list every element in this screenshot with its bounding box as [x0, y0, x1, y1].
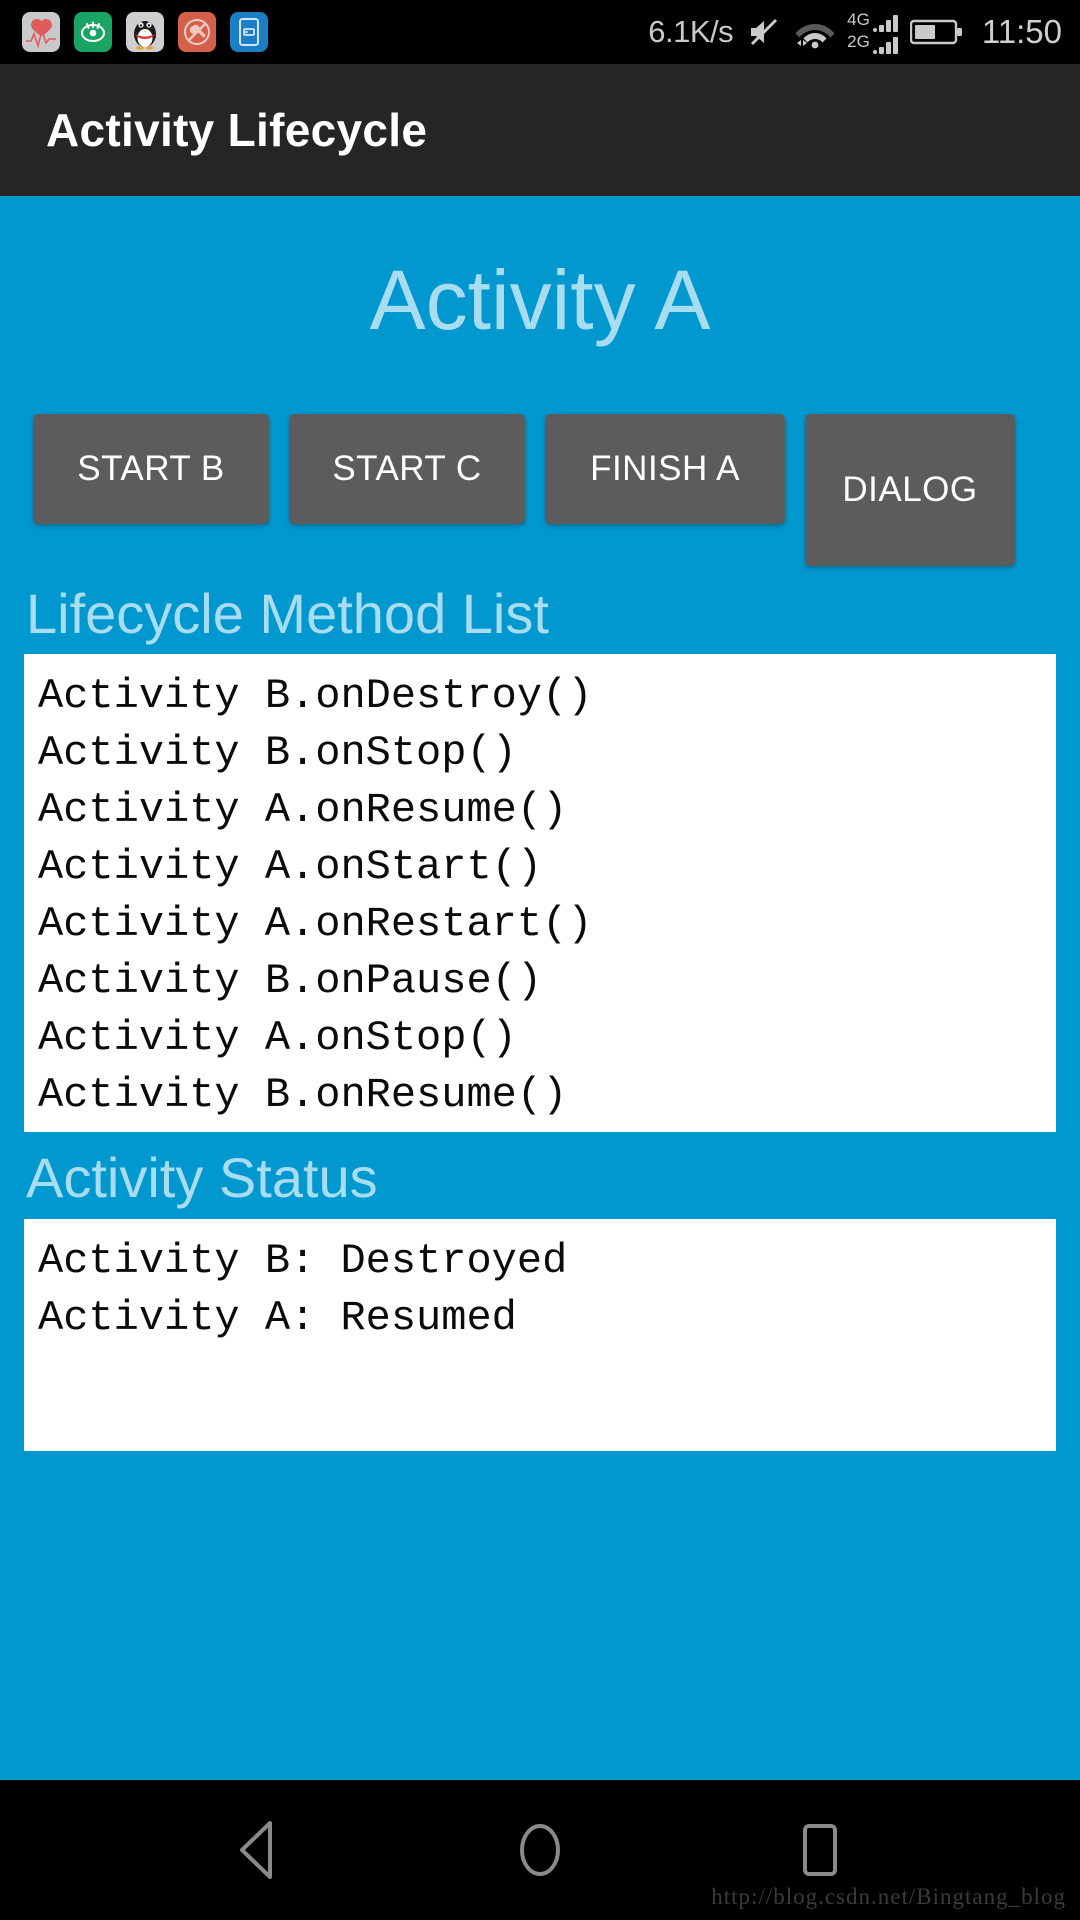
status-bar: 6.1K/s 4G 2G 11:50	[0, 0, 1080, 64]
method-list-item: Activity A.onRestart()	[38, 900, 593, 949]
sim2-bar-1	[878, 46, 884, 54]
start-c-button[interactable]: START C	[289, 414, 525, 524]
sim1-bar-3	[892, 14, 898, 32]
watermark-text: http://blog.csdn.net/Bingtang_blog	[711, 1884, 1066, 1909]
health-heart-icon	[22, 12, 60, 52]
status-list-item: Activity B: Destroyed	[38, 1236, 568, 1285]
sim2-bar-0	[872, 49, 877, 54]
sim1-bar-1	[878, 24, 884, 32]
sim2-bar-2	[885, 41, 891, 54]
action-button-row: START B START C FINISH A DIALOG	[24, 414, 1056, 566]
network-speed-text: 6.1K/s	[648, 14, 734, 49]
sim1-signal: 4G	[847, 11, 898, 32]
method-list-item: Activity B.onStop()	[38, 729, 517, 778]
system-status-group: 6.1K/s 4G 2G 11:50	[648, 11, 1062, 54]
main-content: Activity A START B START C FINISH A DIAL…	[0, 196, 1080, 1780]
method-list-item: Activity B.onResume()	[38, 1071, 568, 1120]
action-bar: Activity Lifecycle	[0, 64, 1080, 196]
notification-icon-group	[22, 12, 268, 52]
wifi-icon	[793, 15, 837, 49]
activity-status-label: Activity Status	[26, 1146, 378, 1210]
card-reader-icon	[230, 12, 268, 52]
tools-blocked-icon	[178, 12, 216, 52]
finish-a-button[interactable]: FINISH A	[545, 414, 785, 524]
clock-text: 11:50	[981, 13, 1062, 50]
eye-icon	[74, 12, 112, 52]
sim1-label: 4G	[847, 9, 870, 29]
method-list-item: Activity A.onResume()	[38, 786, 568, 835]
method-list-item: Activity A.onStop()	[38, 1014, 517, 1063]
mute-icon	[745, 14, 781, 50]
sim2-label: 2G	[847, 31, 870, 51]
navigation-bar: http://blog.csdn.net/Bingtang_blog	[0, 1780, 1080, 1920]
dialog-button[interactable]: DIALOG	[805, 414, 1015, 566]
method-list-item: Activity A.onStart()	[38, 843, 543, 892]
sim2-bar-3	[892, 36, 898, 54]
lifecycle-method-list-panel[interactable]: Activity B.onDestroy() Activity B.onStop…	[24, 654, 1056, 1133]
qq-penguin-icon	[126, 12, 164, 52]
back-triangle-icon[interactable]	[205, 1795, 315, 1905]
battery-icon	[909, 17, 964, 47]
activity-heading: Activity A	[369, 253, 711, 347]
method-list-item: Activity B.onDestroy()	[38, 672, 593, 721]
page-title: Activity Lifecycle	[46, 104, 428, 156]
activity-status-panel[interactable]: Activity B: Destroyed Activity A: Resume…	[24, 1218, 1056, 1451]
status-list-item: Activity A: Resumed	[38, 1293, 517, 1342]
lifecycle-method-list-label: Lifecycle Method List	[26, 582, 549, 645]
start-b-button[interactable]: START B	[33, 414, 269, 524]
sim1-bar-2	[885, 19, 891, 32]
method-list-item: Activity B.onPause()	[38, 957, 543, 1006]
signal-strength-group: 4G 2G	[847, 11, 898, 54]
home-circle-icon[interactable]	[485, 1795, 595, 1905]
sim2-signal: 2G	[847, 33, 898, 54]
phone-screen: 6.1K/s 4G 2G 11:50 Activity Lifecycle Ac…	[0, 0, 1080, 1920]
sim1-bar-0	[872, 27, 877, 32]
